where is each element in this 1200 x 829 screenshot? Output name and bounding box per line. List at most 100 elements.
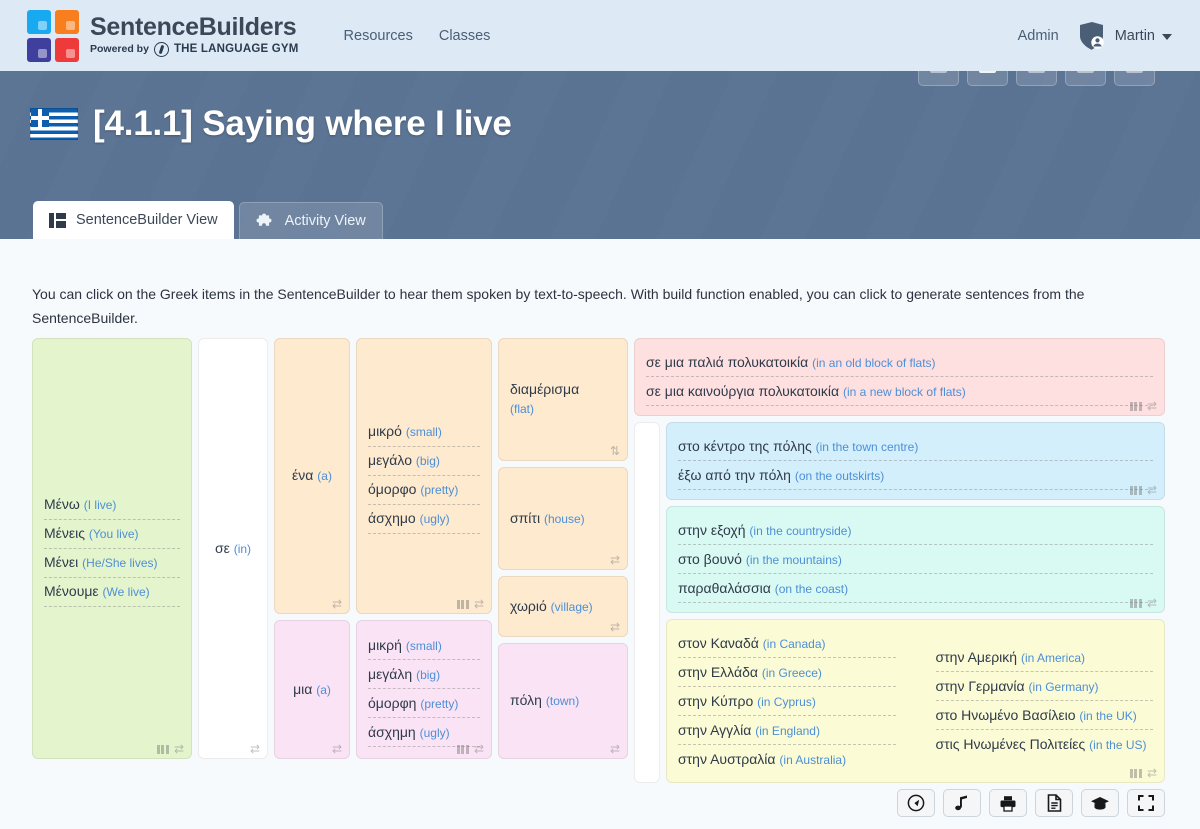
greek-text[interactable]: στον Καναδά	[678, 635, 759, 651]
swap-horizontal-icon[interactable]: ⇄	[332, 598, 342, 610]
builder-line[interactable]: στην Κύπρο (in Cyprus)	[678, 687, 896, 716]
greek-text[interactable]: σε μια καινούργια πολυκατοικία	[646, 383, 839, 399]
swap-horizontal-icon[interactable]: ⇄	[250, 743, 260, 755]
builder-line[interactable]: πόλη (town)	[510, 690, 616, 711]
builder-line[interactable]: σε μια καινούργια πολυκατοικία (in a new…	[646, 377, 1153, 406]
swap-vertical-icon[interactable]: ⇅	[610, 445, 620, 457]
greek-text[interactable]: μεγάλο	[368, 452, 412, 468]
builder-cell-article-neuter[interactable]: ένα (a) ⇄	[274, 338, 350, 614]
greek-text[interactable]: πόλη	[510, 692, 542, 708]
builder-cell-nature-location-phrases[interactable]: στην εξοχή (in the countryside) στο βουν…	[666, 506, 1165, 613]
user-menu[interactable]: Martin	[1077, 21, 1172, 51]
builder-line[interactable]: στην Αυστραλία (in Australia)	[678, 745, 896, 773]
swap-horizontal-icon[interactable]: ⇄	[474, 743, 484, 755]
swap-horizontal-icon[interactable]: ⇄	[1147, 400, 1157, 412]
builder-line[interactable]: στην εξοχή (in the countryside)	[678, 516, 1153, 545]
nav-link-resources[interactable]: Resources	[344, 28, 413, 44]
builder-cell-flats-phrases[interactable]: σε μια παλιά πολυκατοικία (in an old blo…	[634, 338, 1165, 416]
fullscreen-button[interactable]	[1127, 789, 1165, 817]
builder-line[interactable]: διαμέρισμα (flat)	[510, 379, 616, 419]
greek-text[interactable]: στην Αγγλία	[678, 722, 751, 738]
builder-cell-town-location-phrases[interactable]: στο κέντρο της πόλης (in the town centre…	[666, 422, 1165, 500]
greek-text[interactable]: στο κέντρο της πόλης	[678, 438, 812, 454]
builder-line[interactable]: στον Καναδά (in Canada)	[678, 629, 896, 658]
builder-line[interactable]: στο Ηνωμένο Βασίλειο (in the UK)	[935, 701, 1153, 730]
builder-line[interactable]: σε μια παλιά πολυκατοικία (in an old blo…	[646, 348, 1153, 377]
greek-text[interactable]: παραθαλάσσια	[678, 580, 771, 596]
swap-horizontal-icon[interactable]: ⇄	[174, 743, 184, 755]
greek-text[interactable]: μεγάλη	[368, 666, 412, 682]
greek-text[interactable]: στο βουνό	[678, 551, 742, 567]
greek-text[interactable]: όμορφο	[368, 481, 416, 497]
builder-line[interactable]: Μένεις (You live)	[44, 520, 180, 549]
swap-horizontal-icon[interactable]: ⇄	[1147, 597, 1157, 609]
print-button[interactable]	[989, 789, 1027, 817]
builder-line[interactable]: στο κέντρο της πόλης (in the town centre…	[678, 432, 1153, 461]
greek-text[interactable]: άσχημο	[368, 510, 416, 526]
greek-text[interactable]: Μένει	[44, 554, 78, 570]
builder-line[interactable]: όμορφη (pretty)	[368, 689, 480, 719]
audio-button[interactable]	[943, 789, 981, 817]
chevron-down-icon[interactable]	[1162, 33, 1172, 40]
builder-cell-noun-house[interactable]: σπίτι (house) ⇄	[498, 466, 628, 570]
greek-text[interactable]: στην Κύπρο	[678, 693, 753, 709]
columns-icon[interactable]	[1129, 486, 1142, 495]
builder-line[interactable]: Μένω (I live)	[44, 491, 180, 520]
builder-line[interactable]: Μένουμε (We live)	[44, 578, 180, 607]
greek-text[interactable]: Μένουμε	[44, 583, 99, 599]
builder-cell-noun-town[interactable]: πόλη (town) ⇄	[498, 642, 628, 759]
greek-text[interactable]: μικρό	[368, 423, 402, 439]
builder-line[interactable]: στην Ελλάδα (in Greece)	[678, 658, 896, 687]
builder-line[interactable]: όμορφο (pretty)	[368, 476, 480, 505]
builder-line[interactable]: παραθαλάσσια (on the coast)	[678, 574, 1153, 603]
brand-logo[interactable]: SentenceBuilders Powered by THE LANGUAGE…	[27, 9, 299, 62]
swap-horizontal-icon[interactable]: ⇄	[610, 621, 620, 633]
builder-line[interactable]: άσχημο (ugly)	[368, 505, 480, 534]
learn-button[interactable]	[1081, 789, 1119, 817]
builder-line[interactable]: στην Αμερική (in America)	[935, 643, 1153, 672]
greek-text[interactable]: όμορφη	[368, 695, 416, 711]
builder-line[interactable]: Μένει (He/She lives)	[44, 549, 180, 578]
builder-line[interactable]: χωριό (village)	[510, 596, 616, 617]
builder-cell-adjectives-neuter[interactable]: μικρό (small) μεγάλο (big) όμορφο (prett…	[356, 338, 492, 614]
builder-cell-adjectives-feminine[interactable]: μικρή (small) μεγάλη (big) όμορφη (prett…	[356, 619, 492, 759]
tab-activity-view[interactable]: Activity View	[238, 202, 383, 239]
tab-sentencebuilder-view[interactable]: SentenceBuilder View	[33, 201, 234, 239]
swap-horizontal-icon[interactable]: ⇄	[1147, 484, 1157, 496]
greek-text[interactable]: Μένεις	[44, 525, 85, 541]
greek-text[interactable]: στην Αυστραλία	[678, 751, 776, 767]
empty-slot-column[interactable]	[634, 422, 660, 783]
columns-icon[interactable]	[456, 599, 469, 609]
builder-line[interactable]: μικρή (small)	[368, 631, 480, 661]
builder-cell-country-phrases[interactable]: στον Καναδά (in Canada) στην Ελλάδα (in …	[666, 619, 1165, 783]
swap-horizontal-icon[interactable]: ⇄	[332, 743, 342, 755]
greek-text[interactable]: άσχημη	[368, 724, 416, 740]
greek-text[interactable]: σπίτι	[510, 510, 540, 526]
greek-text[interactable]: στην Ελλάδα	[678, 664, 758, 680]
columns-icon[interactable]	[1129, 402, 1142, 411]
greek-text[interactable]: διαμέρισμα	[510, 381, 579, 397]
swap-horizontal-icon[interactable]: ⇄	[474, 598, 484, 610]
builder-cell-article-feminine[interactable]: μια (a) ⇄	[274, 619, 350, 759]
greek-text[interactable]: στην Αμερική	[936, 649, 1018, 665]
builder-line[interactable]: μεγάλο (big)	[368, 447, 480, 476]
greek-text[interactable]: μικρή	[368, 637, 402, 653]
columns-icon[interactable]	[456, 745, 469, 754]
builder-line[interactable]: μεγάλη (big)	[368, 660, 480, 690]
columns-icon[interactable]	[156, 745, 169, 754]
greek-text[interactable]: σε	[215, 540, 230, 556]
swap-horizontal-icon[interactable]: ⇄	[610, 743, 620, 755]
builder-cell-noun-village[interactable]: χωριό (village) ⇄	[498, 575, 628, 637]
worksheet-button[interactable]	[1035, 789, 1073, 817]
greek-text[interactable]: ένα	[292, 467, 313, 483]
builder-cell-noun-flat[interactable]: διαμέρισμα (flat) ⇅	[498, 338, 628, 461]
nav-link-classes[interactable]: Classes	[439, 28, 491, 44]
builder-line[interactable]: ένα (a)	[292, 465, 332, 486]
nav-link-admin[interactable]: Admin	[1018, 28, 1059, 44]
greek-text[interactable]: στην Γερμανία	[936, 678, 1025, 694]
greek-text[interactable]: Μένω	[44, 496, 80, 512]
greek-text[interactable]: έξω από την πόλη	[678, 467, 791, 483]
builder-line[interactable]: μικρό (small)	[368, 418, 480, 447]
builder-cell-verbs[interactable]: Μένω (I live) Μένεις (You live) Μένει (H…	[32, 338, 192, 759]
greek-text[interactable]: στο Ηνωμένο Βασίλειο	[936, 707, 1076, 723]
